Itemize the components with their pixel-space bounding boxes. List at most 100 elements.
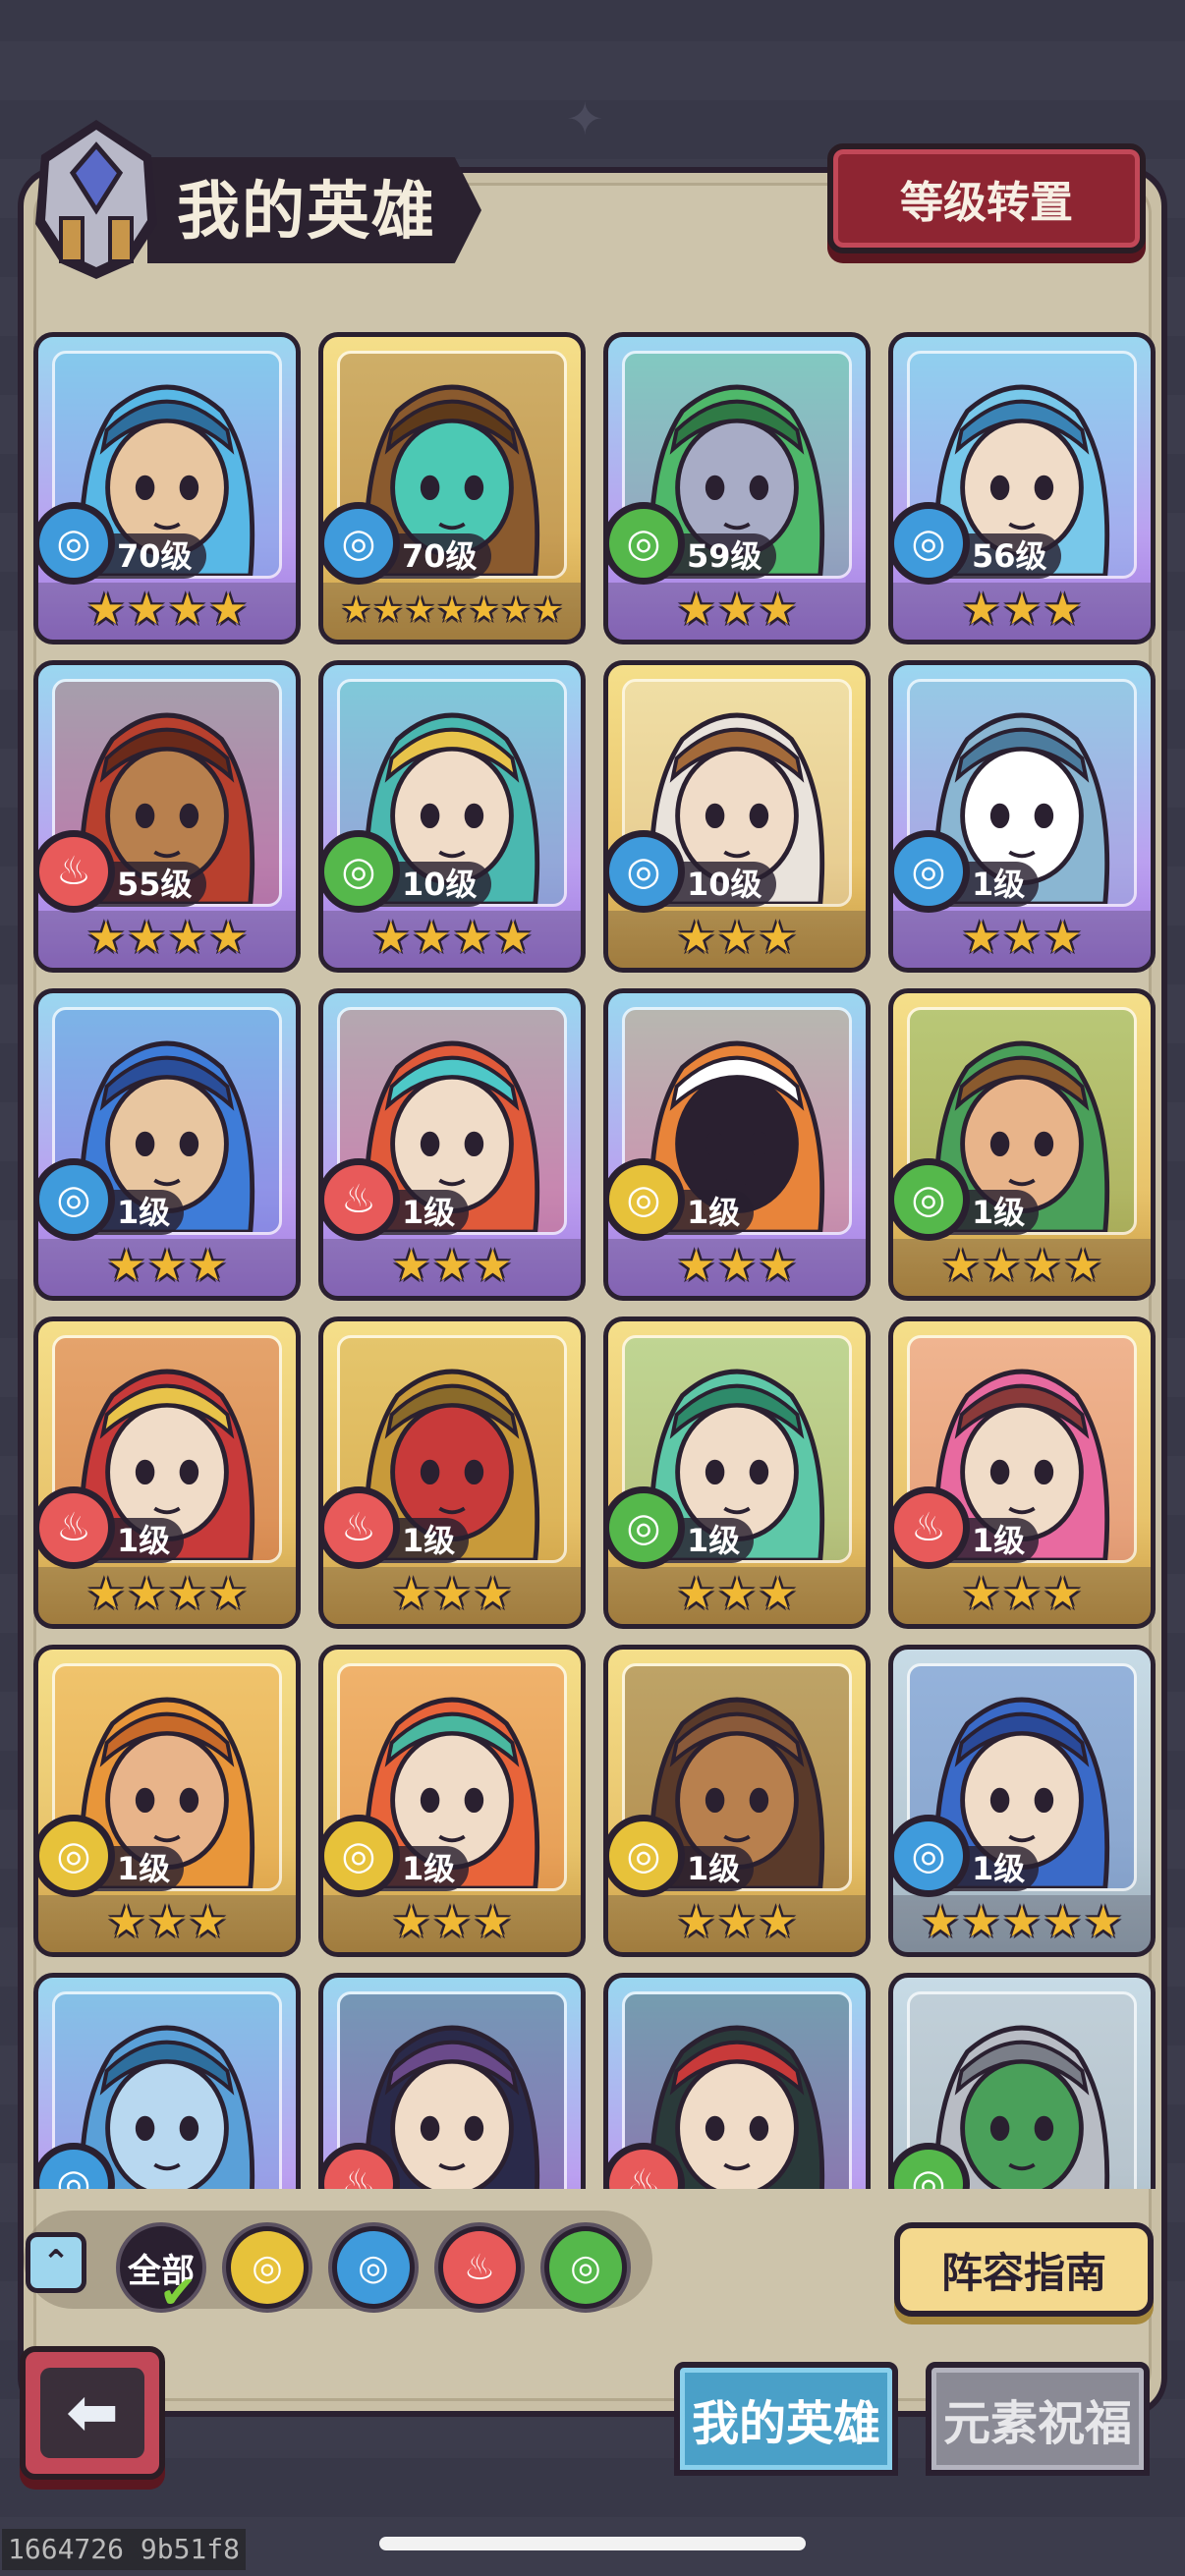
fire-element-icon: ♨ [443, 2231, 516, 2304]
star-icon: ★ [1023, 1241, 1062, 1291]
hero-card[interactable]: 10级 ◎ ★ ★ ★ [603, 660, 871, 973]
hero-card[interactable]: 1级 ♨ ★ ★ ★ [318, 988, 586, 1301]
hero-card[interactable]: 1级 ◎ ★ ★ ★ [33, 988, 301, 1301]
star-icon: ★ [432, 1241, 472, 1291]
hero-stars: ★ ★ ★ ★ ★ [893, 1897, 1151, 1948]
hero-card[interactable]: 1级 ◎ ★ ★ ★ [318, 1645, 586, 1957]
filter-water-button[interactable]: ◎ [328, 2222, 419, 2313]
star-icon: ★ [188, 1897, 228, 1947]
back-arrow-icon: ⬅ [40, 2368, 144, 2458]
star-icon: ★ [412, 913, 451, 963]
hero-card[interactable]: 1级 ◎ ★ ★ ★ [603, 1316, 871, 1629]
hero-stars: ★ ★ ★ [608, 913, 866, 964]
water-element-icon: ◎ [893, 830, 970, 913]
hero-card[interactable]: 59级 ◎ ★ ★ ★ [603, 332, 871, 644]
collapse-button[interactable]: ⌃ [26, 2232, 86, 2293]
hero-card[interactable]: 1级 ♨ ★ ★ ★ [888, 1316, 1156, 1629]
filter-wind-button[interactable]: ◎ [540, 2222, 631, 2313]
filter-fire-button[interactable]: ♨ [434, 2222, 525, 2313]
star-icon: ★ [432, 1897, 472, 1947]
hero-stars: ★ ★ ★ ★ [38, 913, 296, 964]
hero-stars: ★ ★ ★ [893, 1569, 1151, 1620]
fire-element-icon: ♨ [323, 1486, 400, 1569]
star-icon: ★ [961, 1897, 1001, 1947]
star-icon: ★ [1002, 913, 1042, 963]
hero-card[interactable]: 56级 ◎ ★ ★ ★ [888, 332, 1156, 644]
star-icon: ★ [676, 585, 716, 635]
star-icon: ★ [86, 913, 126, 963]
earth-element-icon: ◎ [38, 1815, 115, 1897]
page-title: 我的英雄 [177, 176, 436, 249]
hero-card[interactable]: ◎ [33, 1973, 301, 2189]
hero-stars: ★ ★ ★ [38, 1241, 296, 1292]
hero-card[interactable]: 70级 ◎ ★ ★ ★ ★ ★ ★ ★ [318, 332, 586, 644]
star-icon: ★ [391, 1897, 431, 1947]
hero-card[interactable]: ♨ [318, 1973, 586, 2189]
star-icon: ★ [676, 913, 716, 963]
water-element-icon: ◎ [38, 1158, 115, 1241]
water-element-icon: ◎ [337, 2231, 410, 2304]
ornament-star-icon: ✦ [566, 92, 604, 145]
star-icon: ★ [127, 585, 166, 635]
hero-card[interactable]: 1级 ◎ ★ ★ ★ ★ ★ [888, 1645, 1156, 1957]
hero-stars: ★ ★ ★ [893, 585, 1151, 636]
hero-card[interactable]: 1级 ♨ ★ ★ ★ ★ [33, 1316, 301, 1629]
star-icon: ★ [1002, 585, 1042, 635]
hero-card[interactable]: ♨ [603, 1973, 871, 2189]
star-icon: ★ [533, 590, 563, 630]
hero-card[interactable]: 1级 ◎ ★ ★ ★ [888, 660, 1156, 973]
hero-card[interactable]: ◎ [888, 1973, 1156, 2189]
hero-stars: ★ ★ ★ [893, 913, 1151, 964]
tab-element-blessing[interactable]: 元素祝福 [926, 2362, 1150, 2476]
star-icon: ★ [473, 1897, 513, 1947]
home-indicator[interactable] [379, 2537, 806, 2550]
hero-card[interactable]: 1级 ◎ ★ ★ ★ [603, 988, 871, 1301]
fire-element-icon: ♨ [38, 830, 115, 913]
star-icon: ★ [758, 1897, 798, 1947]
star-icon: ★ [758, 585, 798, 635]
hero-card[interactable]: 10级 ◎ ★ ★ ★ ★ [318, 660, 586, 973]
star-icon: ★ [676, 1897, 716, 1947]
hero-card[interactable]: 1级 ◎ ★ ★ ★ [603, 1645, 871, 1957]
hero-card[interactable]: 1级 ◎ ★ ★ ★ [33, 1645, 301, 1957]
star-icon: ★ [473, 1569, 513, 1619]
wind-element-icon: ◎ [549, 2231, 622, 2304]
hero-stars: ★ ★ ★ ★ ★ ★ ★ [323, 585, 581, 636]
filter-earth-button[interactable]: ◎ [222, 2222, 312, 2313]
hero-card[interactable]: 1级 ◎ ★ ★ ★ ★ [888, 988, 1156, 1301]
star-icon: ★ [961, 913, 1001, 963]
star-icon: ★ [168, 1569, 207, 1619]
earth-element-icon: ◎ [608, 1815, 685, 1897]
star-icon: ★ [168, 913, 207, 963]
wind-element-icon: ◎ [893, 1158, 970, 1241]
level-reset-button[interactable]: 等级转置 [827, 143, 1146, 253]
hero-stars: ★ ★ ★ [323, 1241, 581, 1292]
hero-card[interactable]: 1级 ♨ ★ ★ ★ [318, 1316, 586, 1629]
star-icon: ★ [961, 1569, 1001, 1619]
star-icon: ★ [432, 1569, 472, 1619]
star-icon: ★ [941, 1241, 981, 1291]
water-element-icon: ◎ [893, 502, 970, 585]
star-icon: ★ [469, 590, 499, 630]
wind-element-icon: ◎ [323, 830, 400, 913]
star-icon: ★ [341, 590, 371, 630]
wind-element-icon: ◎ [608, 502, 685, 585]
debug-label: 1664726 9b51f8 [2, 2529, 247, 2570]
fire-element-icon: ♨ [38, 1486, 115, 1569]
star-icon: ★ [372, 590, 404, 630]
star-icon: ★ [391, 1569, 431, 1619]
star-icon: ★ [391, 1241, 431, 1291]
chevron-up-icon: ⌃ [41, 2243, 71, 2282]
team-guide-button[interactable]: 阵容指南 [894, 2222, 1154, 2317]
star-icon: ★ [717, 913, 757, 963]
hero-stars: ★ ★ ★ ★ [893, 1241, 1151, 1292]
hero-card[interactable]: 55级 ♨ ★ ★ ★ ★ [33, 660, 301, 973]
tab-my-heroes[interactable]: 我的英雄 [674, 2362, 898, 2476]
back-button[interactable]: ⬅ [20, 2346, 165, 2480]
star-icon: ★ [717, 1241, 757, 1291]
star-icon: ★ [758, 1569, 798, 1619]
hero-stars: ★ ★ ★ [323, 1897, 581, 1948]
hero-card[interactable]: 70级 ◎ ★ ★ ★ ★ [33, 332, 301, 644]
water-element-icon: ◎ [608, 830, 685, 913]
star-icon: ★ [1084, 1897, 1123, 1947]
